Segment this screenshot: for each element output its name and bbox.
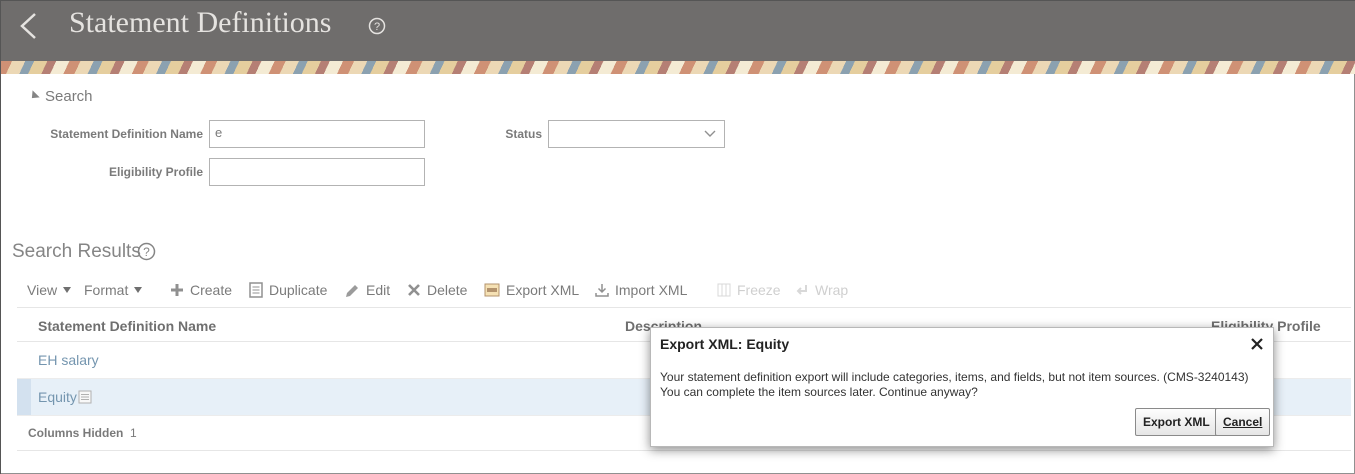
export-xml-dialog: Export XML: Equity Your statement defini… bbox=[650, 327, 1274, 447]
dialog-message-line-2: You can complete the item sources later.… bbox=[660, 385, 978, 399]
close-icon[interactable] bbox=[1250, 337, 1264, 351]
dialog-message-line-1: Your statement definition export will in… bbox=[660, 370, 1249, 384]
cancel-button[interactable]: Cancel bbox=[1215, 408, 1271, 436]
dialog-title: Export XML: Equity bbox=[660, 336, 790, 352]
dialog-message: Your statement definition export will in… bbox=[660, 370, 1270, 400]
export-xml-confirm-button[interactable]: Export XML bbox=[1135, 408, 1218, 436]
